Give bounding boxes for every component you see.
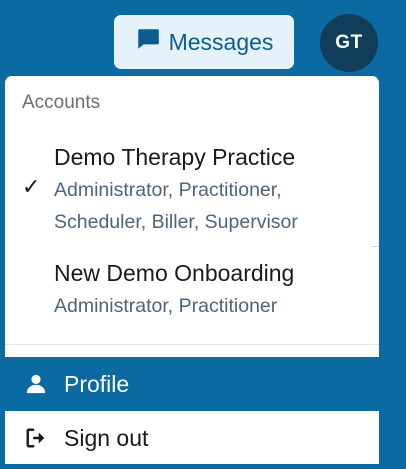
menu-item-profile[interactable]: Profile [5,357,379,411]
sign-out-icon [25,427,47,449]
account-roles-line: Administrator, Practitioner [54,295,278,317]
divider [371,246,379,247]
account-roles-line: Administrator, Practitioner, [54,179,282,201]
avatar[interactable]: GT [320,14,378,72]
account-roles: Administrator, Practitioner [54,290,374,322]
account-roles: Administrator, Practitioner, Scheduler, … [54,174,374,238]
menu-item-label: Profile [64,370,130,397]
account-item-new-demo-onboarding[interactable]: New Demo Onboarding Administrator, Pract… [5,254,379,334]
menu-item-label: Sign out [64,424,149,451]
chat-bubble-icon [135,26,161,58]
avatar-initials: GT [335,32,363,53]
user-icon [25,373,47,395]
divider [5,344,379,345]
checkmark-icon: ✓ [22,174,41,199]
account-name: New Demo Onboarding [54,260,295,286]
account-item-demo-therapy-practice[interactable]: Demo Therapy Practice ✓ Administrator, P… [5,136,379,246]
account-dropdown-menu: Accounts Demo Therapy Practice ✓ Adminis… [5,76,379,464]
app-frame: Messages GT Accounts Demo Therapy Practi… [0,0,406,469]
menu-item-sign-out[interactable]: Sign out [5,411,379,464]
account-roles-line: Scheduler, Biller, Supervisor [54,211,298,233]
messages-button[interactable]: Messages [114,15,294,69]
account-name: Demo Therapy Practice [54,144,296,170]
accounts-heading: Accounts [22,92,101,113]
messages-label: Messages [168,28,274,55]
